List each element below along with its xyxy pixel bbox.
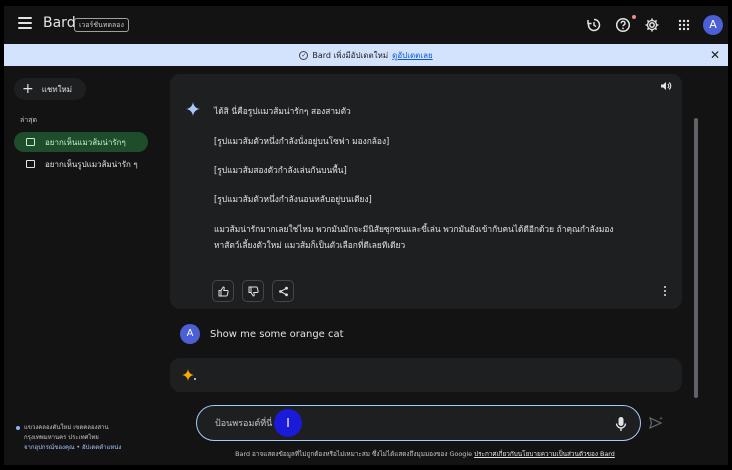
share-button[interactable] — [272, 280, 294, 302]
location-footer: แขวงคลองตันใหม่ เขตคลองสาน กรุงเทพมหานคร… — [16, 423, 121, 453]
new-chat-button[interactable]: + แชทใหม่ — [14, 78, 86, 100]
text-cursor-icon: I — [274, 409, 302, 437]
speaker-icon[interactable] — [660, 80, 672, 92]
prompt-input-box[interactable]: I — [196, 405, 641, 441]
response-line: [รูปแมวส้มตัวหนึ่งกำลังนอนหลับอยู่บนเตีย… — [214, 194, 372, 204]
menu-icon[interactable] — [18, 17, 32, 29]
update-banner: ✓ Bard เพิ่งมีอัปเดตใหม่ ดูอัปเดตเลย ✕ — [4, 44, 728, 66]
chat-bubble-icon — [26, 138, 35, 146]
from-device-link[interactable]: จากอุปกรณ์ของคุณ — [24, 444, 75, 451]
sidebar-item-label: อยากเห็นรูปแมวส้มน่ารัก ๆ — [45, 159, 138, 169]
history-icon[interactable] — [584, 15, 604, 35]
banner-link[interactable]: ดูอัปเดตเลย — [392, 49, 433, 62]
response-line: [รูปแมวส้มตัวหนึ่งกำลังนั่งอยู่บนโซฟา มอ… — [214, 136, 390, 146]
response-line: [รูปแมวส้มสองตัวกำลังเล่นกันบนพื้น] — [214, 165, 347, 175]
update-location-link[interactable]: อัปเดตตำแหน่ง — [82, 444, 121, 451]
brand-title: Bard — [43, 15, 76, 31]
thumbs-up-icon — [218, 285, 229, 296]
more-options-icon[interactable] — [663, 286, 667, 298]
chat-bubble-icon — [26, 160, 35, 168]
location-links: จากอุปกรณ์ของคุณ • อัปเดตตำแหน่ง — [24, 443, 121, 453]
response-line: แมวส้มน่ารักมากเลยใช่ไหม พวกมันมักจะมีนิ… — [214, 224, 614, 234]
help-icon[interactable] — [613, 15, 633, 35]
prompt-input[interactable] — [215, 416, 595, 432]
bard-sparkle-icon — [186, 102, 200, 116]
response-card: ได้สิ นี่คือรูปแมวส้มน่ารักๆ สองสามตัว [… — [170, 74, 682, 309]
new-chat-label: แชทใหม่ — [41, 84, 73, 94]
sidebar-item-label: อยากเห็นแมวส้มน่ารักๆ — [45, 137, 126, 147]
scrollbar[interactable] — [694, 118, 698, 398]
user-message-text: Show me some orange cat — [210, 328, 344, 340]
sidebar-item-chat-1[interactable]: อยากเห็นแมวส้มน่ารักๆ — [14, 132, 148, 152]
experiment-badge: เวอร์ชันทดลอง — [74, 18, 129, 32]
location-dot-icon — [16, 426, 20, 430]
apps-icon[interactable] — [674, 15, 694, 35]
thumbs-up-button[interactable] — [212, 280, 234, 302]
disclaimer-text: Bard อาจแสดงข้อมูลที่ไม่ถูกต้องหรือไม่เห… — [235, 450, 475, 458]
location-line-1: แขวงคลองตันใหม่ เขตคลองสาน — [24, 424, 109, 431]
sidebar-item-chat-2[interactable]: อยากเห็นรูปแมวส้มน่ารัก ๆ — [14, 154, 148, 174]
user-avatar: A — [180, 324, 200, 344]
account-avatar[interactable]: A — [703, 15, 723, 35]
bard-app-window: Bard เวอร์ชันทดลอง A ✓ Bard เพิ่งมีอัปเด… — [4, 6, 728, 465]
recent-label: ล่าสุด — [20, 116, 38, 124]
settings-icon[interactable] — [642, 15, 662, 35]
plus-icon: + — [22, 81, 34, 97]
notification-dot — [632, 15, 636, 19]
chat-main: ได้สิ นี่คือรูปแมวส้มน่ารักๆ สองสามตัว [… — [164, 66, 728, 465]
user-message: A Show me some orange cat — [180, 323, 344, 345]
microphone-icon[interactable] — [614, 416, 628, 432]
bard-loading-sparkle-icon — [182, 369, 196, 381]
response-line: หาสัตว์เลี้ยงตัวใหม่ แมวส้มก็เป็นตัวเลือ… — [214, 240, 406, 250]
sidebar: + แชทใหม่ ล่าสุด อยากเห็นแมวส้มน่ารักๆ อ… — [4, 66, 164, 465]
disclaimer: Bard อาจแสดงข้อมูลที่ไม่ถูกต้องหรือไม่เห… — [190, 449, 660, 459]
location-line-2: กรุงเทพมหานคร ประเทศไทย — [24, 434, 99, 441]
close-icon[interactable]: ✕ — [710, 48, 720, 62]
thumbs-down-icon — [248, 286, 259, 297]
send-icon[interactable] — [648, 415, 664, 431]
banner-text: Bard เพิ่งมีอัปเดตใหม่ — [312, 50, 389, 60]
share-icon — [278, 286, 288, 296]
footer-separator: • — [74, 444, 82, 451]
thumbs-down-button[interactable] — [242, 280, 264, 302]
response-line: ได้สิ นี่คือรูปแมวส้มน่ารักๆ สองสามตัว — [214, 106, 351, 116]
check-circle-icon: ✓ — [299, 50, 309, 60]
privacy-link[interactable]: ประกาศเกี่ยวกับนโยบายความเป็นส่วนตัวของ … — [474, 450, 615, 458]
top-bar: Bard เวอร์ชันทดลอง A — [4, 6, 728, 44]
loading-response-card — [170, 358, 682, 392]
